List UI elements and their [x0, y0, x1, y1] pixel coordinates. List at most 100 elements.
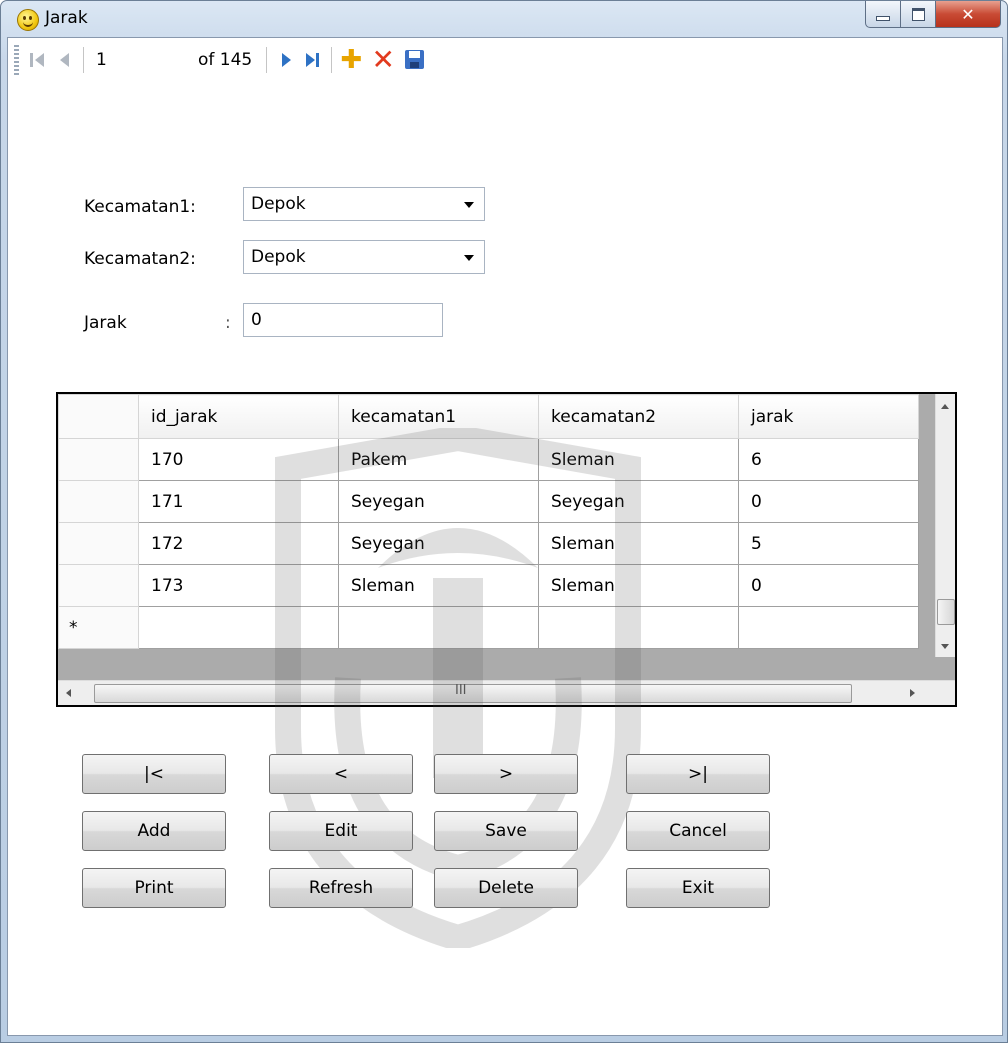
cell-jarak[interactable]: 0: [738, 480, 919, 523]
row-header[interactable]: [58, 564, 139, 607]
add-button[interactable]: Add: [82, 811, 226, 851]
new-cell-kecamatan2[interactable]: [538, 606, 739, 649]
count-label: of 145: [198, 50, 253, 70]
print-button[interactable]: Print: [82, 868, 226, 908]
cell-kecamatan1[interactable]: Sleman: [338, 564, 539, 607]
smiley-icon: [17, 9, 39, 31]
cell-id-jarak[interactable]: 170: [138, 438, 339, 481]
save-icon: [402, 47, 428, 73]
cell-kecamatan1[interactable]: Seyegan: [338, 480, 539, 523]
toolbar-grip[interactable]: [14, 45, 19, 75]
column-header-jarak[interactable]: jarak: [738, 394, 919, 439]
add-new-button[interactable]: ✚: [338, 44, 364, 76]
table-row[interactable]: 170 Pakem Sleman 6: [58, 438, 919, 481]
column-header-kecamatan1[interactable]: kecamatan1: [338, 394, 539, 439]
title-bar[interactable]: Jarak ✕: [1, 1, 1007, 37]
kecamatan1-value: Depok: [251, 194, 306, 214]
cell-jarak[interactable]: 5: [738, 522, 919, 565]
refresh-button[interactable]: Refresh: [269, 868, 413, 908]
new-row-marker[interactable]: *: [58, 606, 139, 649]
app-window: Jarak ✕ of 145: [0, 0, 1008, 1043]
new-cell-id-jarak[interactable]: [138, 606, 339, 649]
chevron-down-icon[interactable]: [464, 255, 474, 261]
column-header-kecamatan2[interactable]: kecamatan2: [538, 394, 739, 439]
row-header[interactable]: [58, 438, 139, 481]
cell-id-jarak[interactable]: 172: [138, 522, 339, 565]
previous-record-button[interactable]: <: [269, 754, 413, 794]
row-header[interactable]: [58, 480, 139, 523]
cell-jarak[interactable]: 0: [738, 564, 919, 607]
scroll-left-icon[interactable]: [66, 689, 71, 697]
table-row[interactable]: 171 Seyegan Seyegan 0: [58, 480, 919, 523]
kecamatan2-value: Depok: [251, 247, 306, 267]
horizontal-scrollbar[interactable]: III: [58, 680, 955, 705]
column-header-id-jarak[interactable]: id_jarak: [138, 394, 339, 439]
jarak-input[interactable]: [243, 303, 443, 337]
jarak-label: Jarak: [84, 313, 127, 333]
move-next-icon: [273, 47, 299, 73]
save-toolbar-button[interactable]: [402, 44, 428, 76]
edit-button[interactable]: Edit: [269, 811, 413, 851]
first-record-button[interactable]: |<: [82, 754, 226, 794]
maximize-button[interactable]: [901, 1, 936, 28]
add-new-icon: ✚: [340, 45, 363, 75]
kecamatan1-combobox[interactable]: Depok: [243, 187, 485, 221]
exit-button[interactable]: Exit: [626, 868, 770, 908]
row-header-corner[interactable]: [58, 394, 139, 439]
move-first-icon: [25, 47, 51, 73]
cell-kecamatan2[interactable]: Sleman: [538, 564, 739, 607]
window-title: Jarak: [45, 8, 88, 28]
jarak-data-grid[interactable]: id_jarak kecamatan1 kecamatan2 jarak 170…: [56, 392, 957, 707]
kecamatan2-label: Kecamatan2:: [84, 249, 196, 269]
move-last-button[interactable]: [299, 44, 325, 76]
jarak-colon: :: [225, 313, 231, 333]
scroll-up-icon[interactable]: [941, 404, 949, 409]
next-record-button[interactable]: >: [434, 754, 578, 794]
vertical-scroll-thumb[interactable]: [937, 599, 955, 625]
close-icon: ✕: [961, 4, 975, 24]
window-controls: ✕: [865, 1, 1001, 28]
move-first-button[interactable]: [25, 44, 51, 76]
kecamatan2-combobox[interactable]: Depok: [243, 240, 485, 274]
position-input[interactable]: [90, 46, 194, 74]
new-cell-jarak[interactable]: [738, 606, 919, 649]
table-row[interactable]: 172 Seyegan Sleman 5: [58, 522, 919, 565]
table-row[interactable]: 173 Sleman Sleman 0: [58, 564, 919, 607]
new-row[interactable]: *: [58, 606, 919, 649]
vertical-scrollbar[interactable]: [935, 394, 955, 657]
cell-jarak[interactable]: 6: [738, 438, 919, 481]
last-record-button[interactable]: >|: [626, 754, 770, 794]
horizontal-scroll-thumb[interactable]: III: [94, 683, 852, 703]
cancel-button[interactable]: Cancel: [626, 811, 770, 851]
move-last-icon: [299, 47, 325, 73]
scroll-grip: III: [455, 683, 467, 698]
cell-kecamatan2[interactable]: Sleman: [538, 438, 739, 481]
row-header[interactable]: [58, 522, 139, 565]
kecamatan1-label: Kecamatan1:: [84, 197, 196, 217]
grid-table: id_jarak kecamatan1 kecamatan2 jarak 170…: [58, 394, 919, 649]
toolbar-separator: [266, 47, 268, 73]
new-cell-kecamatan1[interactable]: [338, 606, 539, 649]
grid-header-row: id_jarak kecamatan1 kecamatan2 jarak: [58, 394, 919, 439]
binding-navigator-toolbar: of 145 ✚ ✕: [8, 38, 1002, 82]
scroll-down-icon[interactable]: [941, 644, 949, 649]
cell-id-jarak[interactable]: 173: [138, 564, 339, 607]
form-client-area: of 145 ✚ ✕ Kecamatan1: Depo: [7, 37, 1003, 1036]
move-previous-button[interactable]: [51, 44, 77, 76]
chevron-down-icon[interactable]: [464, 202, 474, 208]
save-button[interactable]: Save: [434, 811, 578, 851]
close-button[interactable]: ✕: [936, 1, 1001, 28]
cell-kecamatan2[interactable]: Sleman: [538, 522, 739, 565]
cell-id-jarak[interactable]: 171: [138, 480, 339, 523]
cell-kecamatan1[interactable]: Pakem: [338, 438, 539, 481]
minimize-button[interactable]: [865, 1, 901, 28]
move-previous-icon: [51, 47, 77, 73]
maximize-icon: [911, 7, 925, 21]
cell-kecamatan1[interactable]: Seyegan: [338, 522, 539, 565]
cell-kecamatan2[interactable]: Seyegan: [538, 480, 739, 523]
move-next-button[interactable]: [273, 44, 299, 76]
delete-button[interactable]: Delete: [434, 868, 578, 908]
toolbar-separator: [83, 47, 84, 73]
delete-toolbar-button[interactable]: ✕: [370, 44, 396, 76]
scroll-right-icon[interactable]: [910, 689, 915, 697]
